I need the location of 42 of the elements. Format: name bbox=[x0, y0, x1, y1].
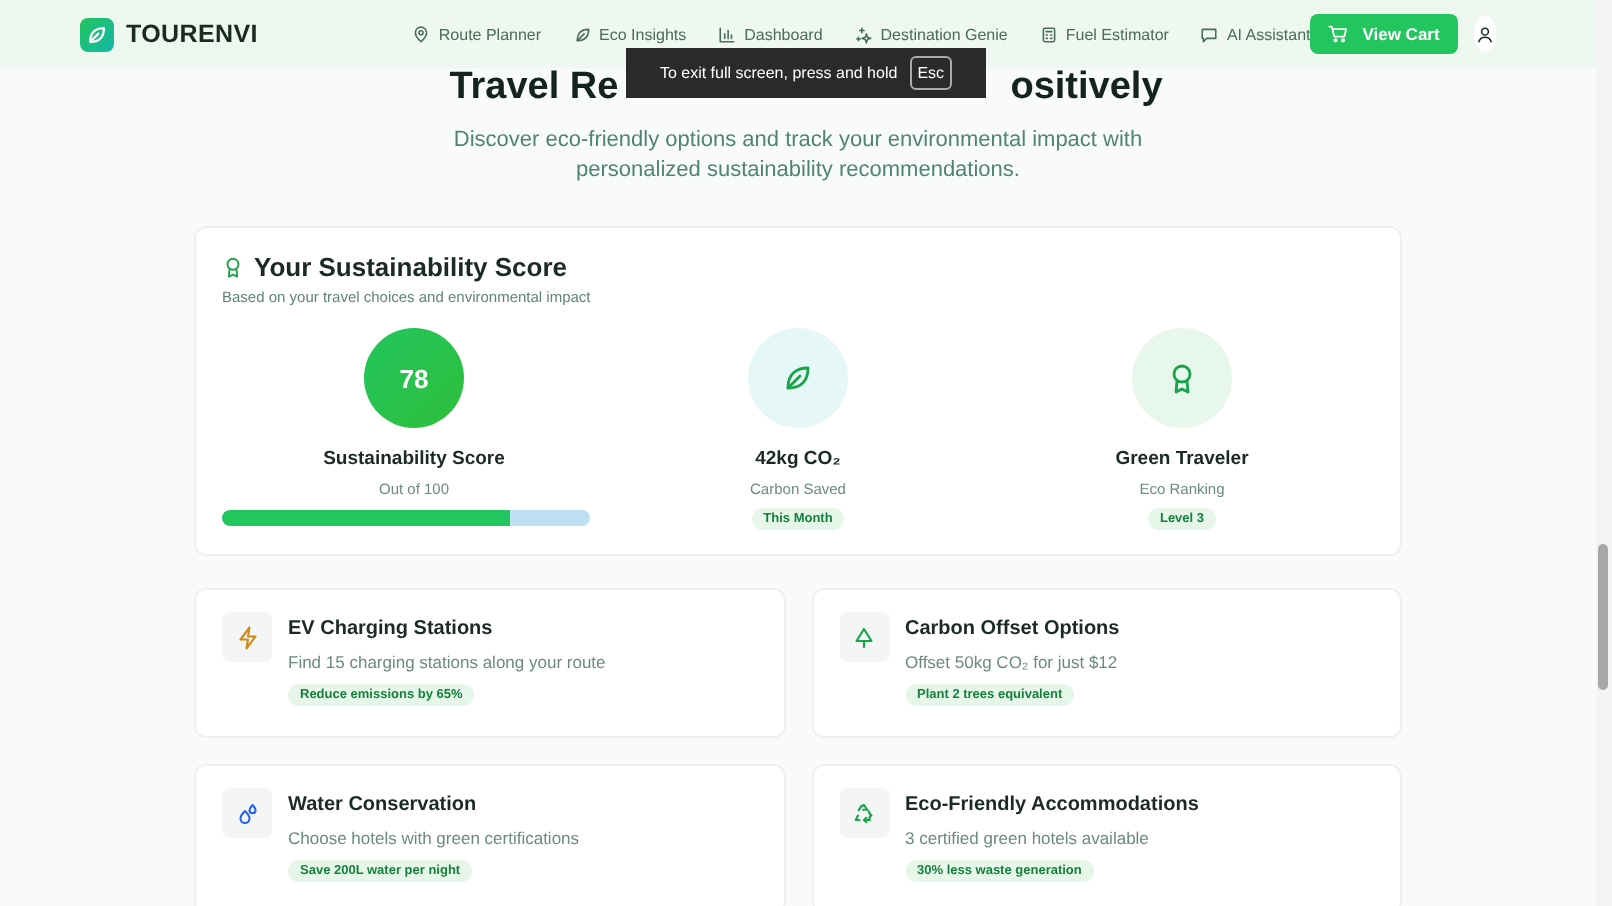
stat-label: Sustainability Score bbox=[323, 448, 505, 470]
sparkle-icon bbox=[854, 25, 873, 43]
card-title: Your Sustainability Score bbox=[254, 252, 568, 282]
stat-label: 42kg CO₂ bbox=[755, 448, 841, 470]
tip-title: Water Conservation bbox=[288, 794, 477, 816]
tip-title: EV Charging Stations bbox=[288, 618, 493, 640]
tip-title: Carbon Offset Options bbox=[905, 618, 1120, 640]
bar-chart-icon bbox=[718, 25, 737, 43]
nav-link[interactable]: Eco Insights bbox=[573, 25, 687, 43]
leaf-icon bbox=[573, 25, 592, 43]
cart-icon bbox=[1328, 24, 1349, 44]
stat-label: Green Traveler bbox=[1115, 448, 1249, 470]
leaf-logo-icon[interactable] bbox=[80, 17, 114, 51]
lightning-icon bbox=[235, 625, 259, 649]
chat-bubble-icon bbox=[1200, 25, 1219, 43]
nav-link[interactable]: AI Assistant bbox=[1200, 25, 1311, 43]
nav-link[interactable]: Fuel Estimator bbox=[1039, 25, 1169, 43]
leaf-icon bbox=[86, 23, 108, 45]
recycle-icon bbox=[852, 801, 876, 825]
water-drops-icon bbox=[235, 801, 259, 825]
fullscreen-notice: To exit full screen, press and hold bbox=[659, 64, 898, 82]
nav-link[interactable]: Destination Genie bbox=[854, 25, 1008, 43]
scrollbar-thumb[interactable] bbox=[1598, 544, 1608, 690]
tip-text: Find 15 charging stations along your route bbox=[288, 652, 606, 672]
nav-link[interactable]: Dashboard bbox=[718, 25, 823, 43]
leaf-icon bbox=[782, 362, 814, 394]
map-pin-icon bbox=[412, 25, 431, 43]
esc-key: Esc bbox=[909, 56, 953, 90]
score-circle: 78 bbox=[364, 328, 464, 428]
tip-text: Choose hotels with green certifications bbox=[288, 828, 580, 848]
tip-text: Offset 50kg CO₂ for just $12 bbox=[905, 652, 1118, 672]
calculator-icon bbox=[1039, 25, 1058, 43]
brand-name[interactable]: TOURENVI bbox=[126, 20, 258, 48]
hero-heading: Travel Re bbox=[449, 68, 619, 108]
tree-icon bbox=[852, 625, 876, 649]
nav-link[interactable]: Route Planner bbox=[412, 25, 542, 43]
tip-text: 3 certified green hotels available bbox=[905, 828, 1149, 848]
hero-subtitle: Discover eco-friendly options and track your environmental impact with personalized sustainability recommendations. bbox=[451, 126, 1145, 186]
hero-heading: ositively bbox=[1010, 68, 1163, 108]
tip-title: Eco-Friendly Accommodations bbox=[905, 794, 1199, 816]
user-icon bbox=[1475, 25, 1494, 43]
award-icon bbox=[222, 256, 244, 278]
